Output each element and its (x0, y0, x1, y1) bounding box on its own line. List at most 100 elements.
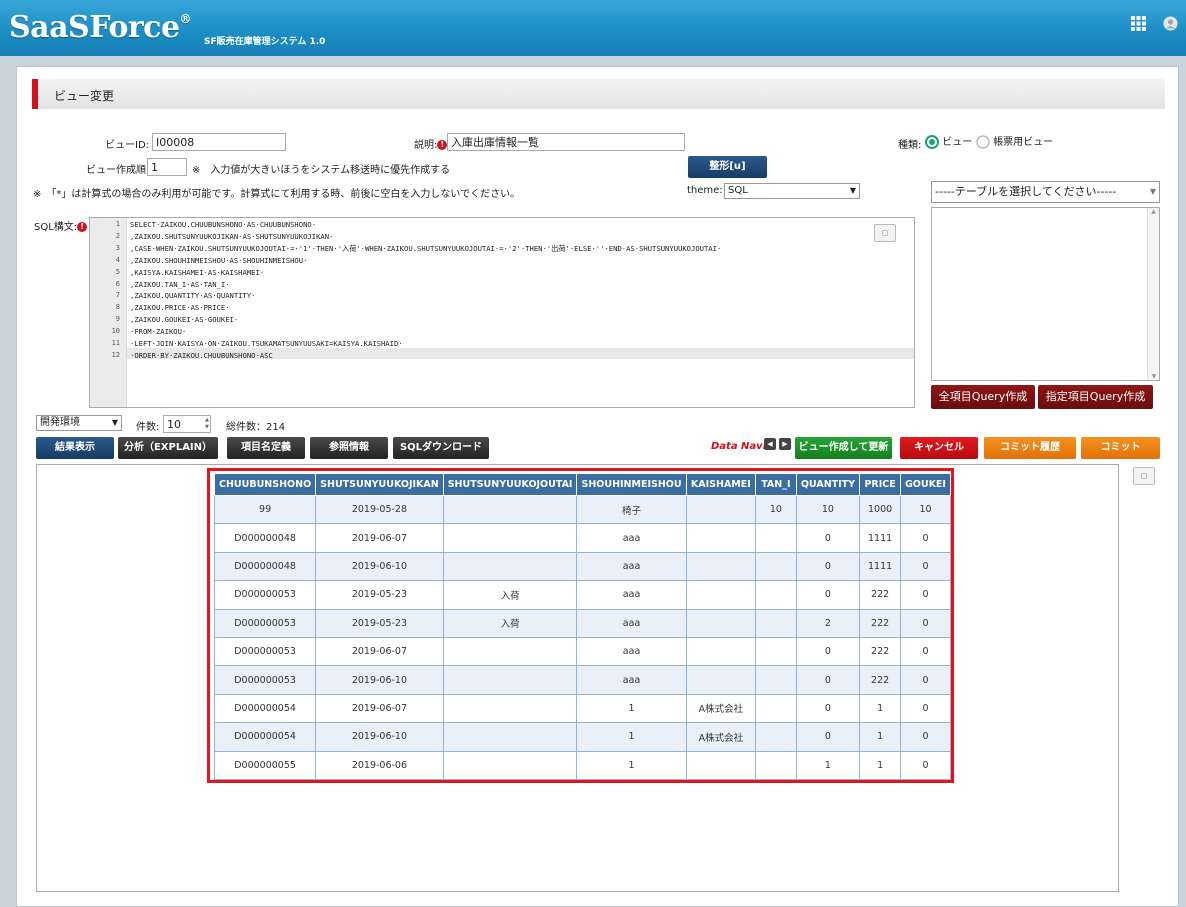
radio-report-view[interactable]: 帳票用ビュー (976, 133, 1053, 149)
result-button[interactable]: 結果表示 (36, 437, 114, 459)
table-cell (442, 494, 578, 525)
count-stepper[interactable]: 10 ▲ ▼ (163, 415, 211, 433)
column-header[interactable]: KAISHAMEI (685, 473, 757, 496)
table-cell: 2019-06-06 (315, 750, 444, 780)
table-select[interactable]: -----テーブルを選択してください----- ▼ (931, 181, 1160, 203)
table-cell: 222 (859, 665, 901, 695)
table-cell: D000000048 (213, 523, 317, 553)
table-row[interactable]: D000000053 2019-06-10 aaa 0 222 0 (213, 665, 952, 695)
sql-code-line: SELECT·ZAIKOU.CHUUBUNSHONO·AS·CHUUBUNSHO… (130, 220, 317, 229)
sql-editor[interactable]: 1 2 3 4 5 6 7 8 9 10 11 12 SELECT·ZAIKOU.CHUUBUNSHO… (89, 217, 915, 408)
column-header[interactable]: QUANTITY (795, 473, 861, 496)
editor-expand-button[interactable]: ▢ (874, 224, 896, 242)
table-cell: 222 (859, 636, 901, 667)
sql-download-button[interactable]: SQLダウンロード (393, 437, 489, 459)
total-count: 総件数：214 (226, 422, 286, 433)
scrollbar[interactable]: ▲ ▼ (1147, 208, 1159, 380)
table-cell (755, 750, 797, 780)
table-cell (442, 636, 578, 667)
stepper-arrows-icon: ▲ ▼ (205, 417, 209, 430)
column-header[interactable]: PRICE (859, 473, 901, 496)
table-cell: aaa (576, 523, 687, 553)
table-cell (685, 523, 757, 553)
table-row[interactable]: D000000055 2019-06-06 1 1 1 0 (213, 750, 952, 780)
table-row[interactable]: D000000053 2019-05-23 入荷 aaa 0 222 0 (213, 580, 952, 610)
table-cell: 2019-06-10 (315, 551, 444, 582)
order-input[interactable]: 1 (147, 158, 187, 176)
table-cell (755, 636, 797, 667)
table-cell: aaa (576, 608, 687, 638)
table-cell (755, 523, 797, 553)
radio-view[interactable]: ビュー (925, 133, 972, 149)
table-cell (755, 693, 797, 724)
ref-info-button[interactable]: 参照情報 (310, 437, 388, 459)
main-panel: ビュー変更 ビューID: I00008 説明:! 入庫出庫情報一覧 種類: ビュ… (16, 66, 1179, 907)
description-input[interactable]: 入庫出庫情報一覧 (447, 133, 685, 151)
column-header[interactable]: TAN_I (755, 473, 797, 496)
column-header[interactable]: CHUUBUNSHONO (213, 473, 317, 496)
table-row[interactable]: D000000048 2019-06-07 aaa 0 1111 0 (213, 523, 952, 553)
prev-arrow-icon[interactable]: ◀ (764, 438, 776, 450)
sql-code-line: ,ZAIKOU.PRICE·AS·PRICE· (130, 303, 230, 313)
table-cell: 1 (859, 750, 901, 780)
table-cell: 0 (899, 722, 952, 752)
view-id-input[interactable]: I00008 (152, 133, 286, 151)
table-cell: 入荷 (442, 608, 578, 638)
line-number: 11 (111, 339, 120, 347)
line-number: 10 (111, 327, 120, 336)
column-header[interactable]: SHOUHINMEISHOU (576, 473, 687, 496)
next-arrow-icon[interactable]: ▶ (779, 438, 791, 450)
table-cell (442, 693, 578, 724)
table-cell (442, 523, 578, 553)
table-cell: 1111 (859, 551, 901, 582)
table-cell: aaa (576, 580, 687, 610)
table-cell: 0 (795, 551, 861, 582)
table-cell: 1 (795, 750, 861, 780)
table-cell: 0 (899, 580, 952, 610)
table-row[interactable]: D000000054 2019-06-10 1 A株式会社 0 1 0 (213, 722, 952, 752)
theme-select[interactable]: SQL ▼ (724, 183, 860, 199)
result-expand-button[interactable]: ▢ (1133, 467, 1155, 485)
format-button[interactable]: 整形[u] (688, 156, 767, 178)
table-row[interactable]: D000000053 2019-06-07 aaa 0 222 0 (213, 636, 952, 667)
table-row[interactable]: 99 2019-05-28 椅子 10 10 1000 10 (213, 494, 952, 525)
item-def-button[interactable]: 項目名定義 (227, 437, 305, 459)
table-cell: 入荷 (442, 580, 578, 610)
line-number: 2 (115, 231, 120, 240)
cancel-button[interactable]: キャンセル (900, 437, 978, 459)
table-list[interactable]: ▲ ▼ (931, 207, 1160, 381)
column-header[interactable]: GOUKEI (899, 473, 952, 496)
table-cell (685, 665, 757, 695)
create-update-button[interactable]: ビュー作成して更新 (795, 437, 892, 459)
app-logo[interactable]: SaaSForce® (9, 10, 192, 45)
table-row[interactable]: D000000054 2019-06-07 1 A株式会社 0 1 0 (213, 693, 952, 724)
env-select[interactable]: 開発環境 ▼ (36, 415, 122, 431)
selected-query-button[interactable]: 指定項目Query作成 (1038, 385, 1153, 409)
table-cell (755, 551, 797, 582)
explain-button[interactable]: 分析（EXPLAIN） (118, 437, 218, 459)
apps-grid-icon[interactable] (1131, 16, 1146, 34)
table-cell (685, 494, 757, 525)
line-number: 6 (115, 279, 120, 288)
commit-button[interactable]: コミット (1081, 437, 1160, 459)
dropdown-arrow-icon: ▼ (111, 418, 118, 427)
column-header[interactable]: SHUTSUNYUUKOJIKAN (315, 473, 444, 496)
all-query-button[interactable]: 全項目Query作成 (931, 385, 1035, 409)
app-header: SaaSForce® SF販売在庫管理システム 1.0 (0, 0, 1186, 56)
table-cell: 0 (899, 693, 952, 724)
table-cell: A株式会社 (685, 722, 757, 752)
column-header[interactable]: SHUTSUNYUUKOJOUTAI (442, 473, 578, 496)
radio-unselected-icon (976, 135, 990, 149)
user-avatar-icon[interactable] (1163, 16, 1178, 34)
table-cell: D000000054 (213, 693, 317, 724)
commit-history-button[interactable]: コミット履歴 (984, 437, 1076, 459)
table-cell: 10 (795, 494, 861, 525)
table-cell: 2 (795, 608, 861, 638)
table-cell: 10 (899, 494, 952, 525)
table-cell: 2019-05-23 (315, 608, 444, 638)
table-row[interactable]: D000000053 2019-05-23 入荷 aaa 2 222 0 (213, 608, 952, 638)
sql-code-line: ,ZAIKOU.SHOUHINMEISHOU·AS·SHOUHINMEISHOU… (130, 255, 308, 265)
required-icon: ! (77, 222, 88, 232)
table-row[interactable]: D000000048 2019-06-10 aaa 0 1111 0 (213, 551, 952, 582)
table-cell: A株式会社 (685, 693, 757, 724)
